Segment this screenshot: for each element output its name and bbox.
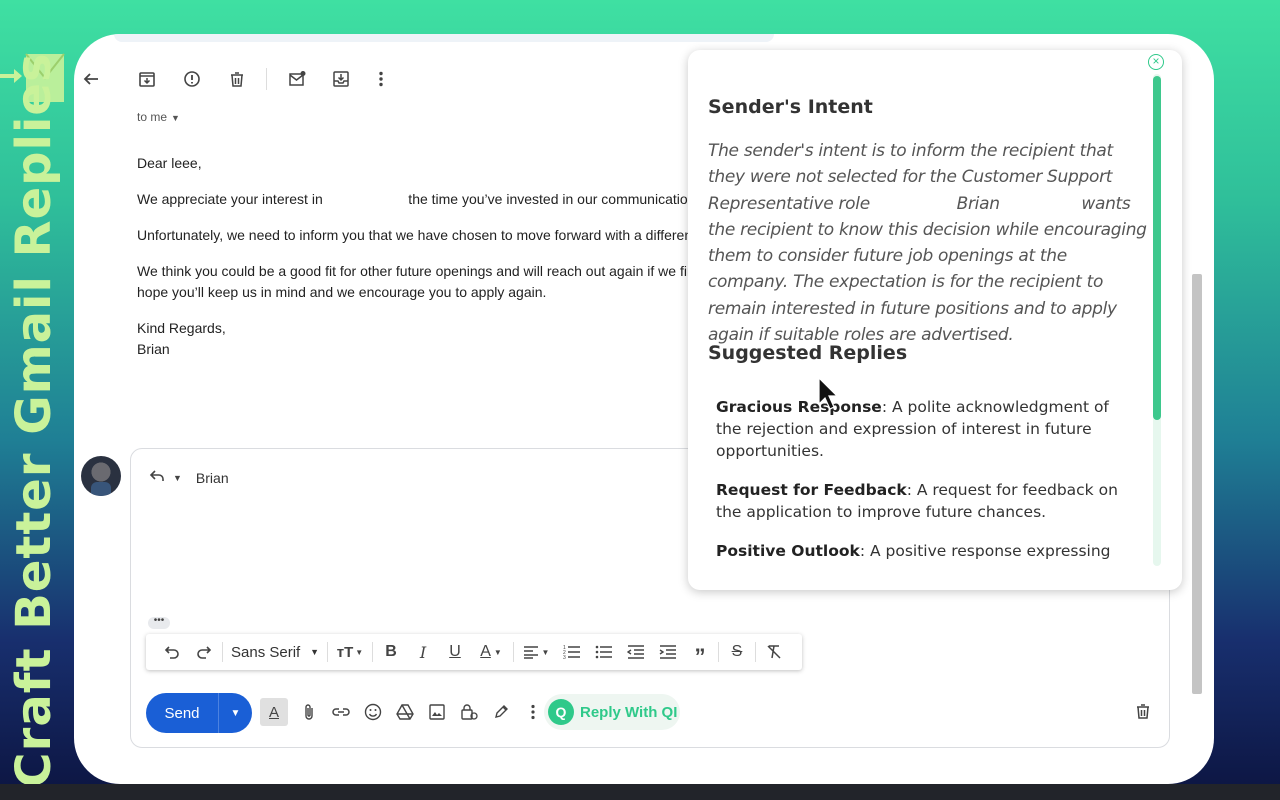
qi-button-label: Reply With QI (580, 703, 678, 721)
formatting-toolbar: Sans Serif ▼ тT ▼ B I U A ▼ ▼ 123 ” S (146, 634, 802, 670)
back-icon[interactable] (80, 68, 102, 90)
quote-icon[interactable]: ” (684, 638, 716, 668)
move-to-inbox-icon[interactable] (330, 68, 352, 90)
signature: Brian (137, 341, 170, 357)
taskbar (0, 784, 1280, 800)
google-drive-icon[interactable] (394, 698, 416, 726)
email-body: Dear leee, We appreciate your interest i… (137, 153, 697, 375)
avatar[interactable] (81, 456, 121, 496)
formatting-options-icon[interactable]: A (260, 698, 288, 726)
chevron-down-icon: ▼ (310, 647, 319, 657)
send-options-chevron-icon[interactable]: ▼ (218, 693, 252, 733)
archive-icon[interactable] (136, 68, 158, 90)
suggested-reply[interactable]: Gracious Response: A polite acknowledgme… (716, 396, 1136, 462)
compose-actions: A (260, 698, 544, 726)
text-color-icon[interactable]: A ▼ (471, 638, 511, 666)
panel-scrollbar[interactable] (1153, 76, 1161, 420)
toolbar-divider (513, 642, 514, 662)
recipient-dropdown[interactable]: to me ▼ (137, 110, 180, 124)
reply-icon[interactable] (149, 469, 165, 486)
font-family-value: Sans Serif (231, 643, 301, 661)
reply-title: Gracious Response (716, 398, 882, 416)
toolbar-divider (266, 68, 267, 90)
body-paragraph-1: We appreciate your interest in the time … (137, 191, 697, 207)
svg-text:3: 3 (563, 655, 566, 660)
font-size-icon[interactable]: тT ▼ (330, 638, 370, 666)
undo-icon[interactable] (156, 638, 188, 666)
toolbar-divider (718, 642, 719, 662)
toolbar-divider (372, 642, 373, 662)
mark-unread-icon[interactable] (286, 68, 308, 90)
suggested-reply[interactable]: Request for Feedback: A request for feed… (716, 479, 1136, 523)
reply-recipient: Brian (195, 469, 229, 486)
font-family-select[interactable]: Sans Serif ▼ (225, 644, 325, 661)
suggested-reply[interactable]: Positive Outlook: A positive response ex… (716, 540, 1136, 562)
reply-header[interactable]: ▼ Brian (149, 469, 229, 486)
more-options-icon[interactable] (370, 68, 392, 90)
toolbar-divider (327, 642, 328, 662)
body-paragraph-2: Unfortunately, we need to inform you tha… (137, 227, 697, 243)
message-toolbar (74, 64, 714, 94)
toolbar-divider (222, 642, 223, 662)
replies-heading: Suggested Replies (708, 342, 908, 364)
reply-with-qi-button[interactable]: Q Reply With QI (544, 694, 680, 730)
mouse-cursor-icon (818, 376, 839, 413)
chevron-down-icon: ▼ (171, 113, 180, 123)
body-paragraph-3b: hope you’ll keep us in mind and we encou… (137, 284, 547, 300)
bulleted-list-icon[interactable] (588, 638, 620, 666)
bold-icon[interactable]: B (375, 638, 407, 666)
emoji-icon[interactable] (362, 698, 384, 726)
report-spam-icon[interactable] (181, 68, 203, 90)
insert-photo-icon[interactable] (426, 698, 448, 726)
send-label: Send (164, 704, 200, 722)
close-icon[interactable]: × (1148, 54, 1164, 70)
promo-title: Craft Better Gmail Replies (6, 52, 62, 788)
recipient-label: to me (137, 110, 168, 124)
align-icon[interactable]: ▼ (516, 638, 556, 666)
more-options-icon[interactable] (522, 698, 544, 726)
indent-less-icon[interactable] (620, 638, 652, 666)
italic-icon[interactable]: I (407, 638, 439, 666)
redo-icon[interactable] (188, 638, 220, 666)
insert-link-icon[interactable] (330, 698, 352, 726)
qi-logo-icon: Q (548, 699, 574, 725)
intent-text: The sender's intent is to inform the rec… (708, 141, 1152, 346)
body-paragraph-3: We think you could be a good fit for oth… (137, 263, 697, 279)
remove-formatting-icon[interactable] (758, 638, 790, 666)
delete-icon[interactable] (226, 68, 248, 90)
closing: Kind Regards, (137, 320, 226, 336)
suggested-replies-list: Gracious Response: A polite acknowledgme… (716, 396, 1136, 579)
confidential-mode-icon[interactable] (458, 698, 480, 726)
greeting: Dear leee, (137, 155, 202, 171)
reply-title: Request for Feedback (716, 481, 907, 499)
scrollbar[interactable] (1192, 274, 1202, 694)
intent-heading: Sender's Intent (708, 96, 873, 118)
qi-insights-panel: × Sender's Intent The sender's intent is… (688, 50, 1182, 590)
reply-title: Positive Outlook (716, 542, 860, 560)
indent-more-icon[interactable] (652, 638, 684, 666)
signature-pen-icon[interactable] (490, 698, 512, 726)
toolbar-divider (755, 642, 756, 662)
window-top-edge (114, 34, 774, 42)
numbered-list-icon[interactable]: 123 (556, 638, 588, 666)
send-button[interactable]: Send ▼ (146, 693, 252, 733)
reply-description: : A positive response expressing (859, 542, 1111, 560)
discard-draft-icon[interactable] (1134, 702, 1152, 725)
attach-file-icon[interactable] (298, 698, 320, 726)
underline-icon[interactable]: U (439, 638, 471, 666)
chevron-down-icon[interactable]: ▼ (173, 473, 182, 483)
strikethrough-icon[interactable]: S (721, 638, 753, 666)
show-trimmed-content-button[interactable]: ••• (148, 616, 170, 629)
